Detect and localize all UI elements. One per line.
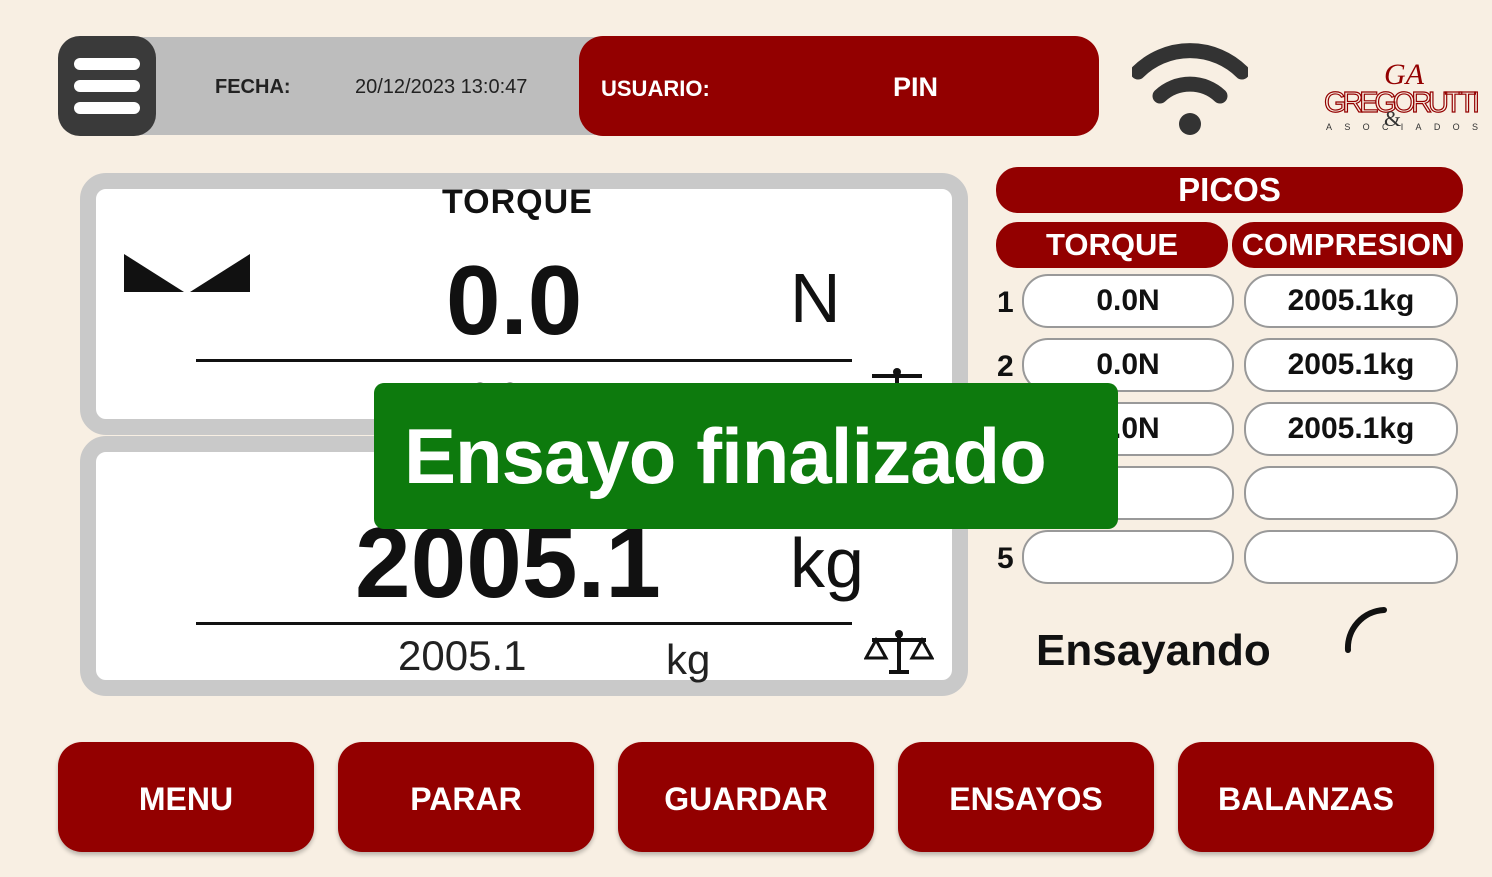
menu-icon: [74, 58, 140, 70]
picos-compresion-cell: [1244, 530, 1458, 584]
picos-torque-cell: 0.0N: [1022, 274, 1234, 328]
loading-spinner-icon: [1344, 607, 1387, 653]
picos-title: PICOS: [996, 167, 1463, 213]
fecha-label: FECHA:: [215, 76, 291, 98]
picos-compresion-cell: 2005.1kg: [1244, 274, 1458, 328]
stop-button[interactable]: PARAR: [338, 742, 594, 852]
torque-title: TORQUE: [442, 183, 593, 221]
tests-button[interactable]: ENSAYOS: [898, 742, 1154, 852]
divider: [196, 622, 852, 625]
logo-subtext: ASOCIADOS: [1326, 122, 1478, 132]
picos-col-compresion: COMPRESION: [1232, 222, 1463, 268]
test-finished-banner: Ensayo finalizado: [374, 383, 1118, 529]
torque-unit: N: [790, 259, 841, 337]
scale-icon[interactable]: [864, 628, 934, 678]
picos-compresion-cell: 2005.1kg: [1244, 338, 1458, 392]
bowtie-icon: [124, 254, 250, 292]
fecha-value: 20/12/2023 13:0:47: [355, 76, 528, 98]
menu-icon: [74, 102, 140, 114]
menu-icon: [74, 80, 140, 92]
row-number: 5: [997, 542, 1014, 575]
compression-secondary-value: 2005.1: [398, 632, 527, 679]
picos-torque-cell: [1022, 530, 1234, 584]
save-button[interactable]: GUARDAR: [618, 742, 874, 852]
wifi-icon: [1132, 43, 1248, 135]
scales-button[interactable]: BALANZAS: [1178, 742, 1434, 852]
usuario-label: USUARIO:: [601, 76, 710, 101]
test-finished-message: Ensayo finalizado: [404, 412, 1047, 500]
divider: [196, 359, 852, 362]
menu-button[interactable]: MENU: [58, 742, 314, 852]
picos-compresion-cell: [1244, 466, 1458, 520]
picos-compresion-cell: 2005.1kg: [1244, 402, 1458, 456]
status-text: Ensayando: [1036, 626, 1271, 675]
logo-text: GREGORUTTI: [1324, 87, 1480, 119]
hamburger-menu-button[interactable]: [58, 36, 156, 136]
compression-secondary-unit: kg: [666, 636, 711, 683]
compression-unit: kg: [790, 524, 864, 602]
picos-col-torque: TORQUE: [996, 222, 1228, 268]
row-number: 2: [997, 350, 1014, 383]
torque-value: 0.0: [446, 245, 583, 355]
company-logo: GA GREGORUTTI & ASOCIADOS: [1323, 58, 1480, 132]
usuario-value: PIN: [893, 72, 939, 102]
row-number: 1: [997, 286, 1014, 319]
